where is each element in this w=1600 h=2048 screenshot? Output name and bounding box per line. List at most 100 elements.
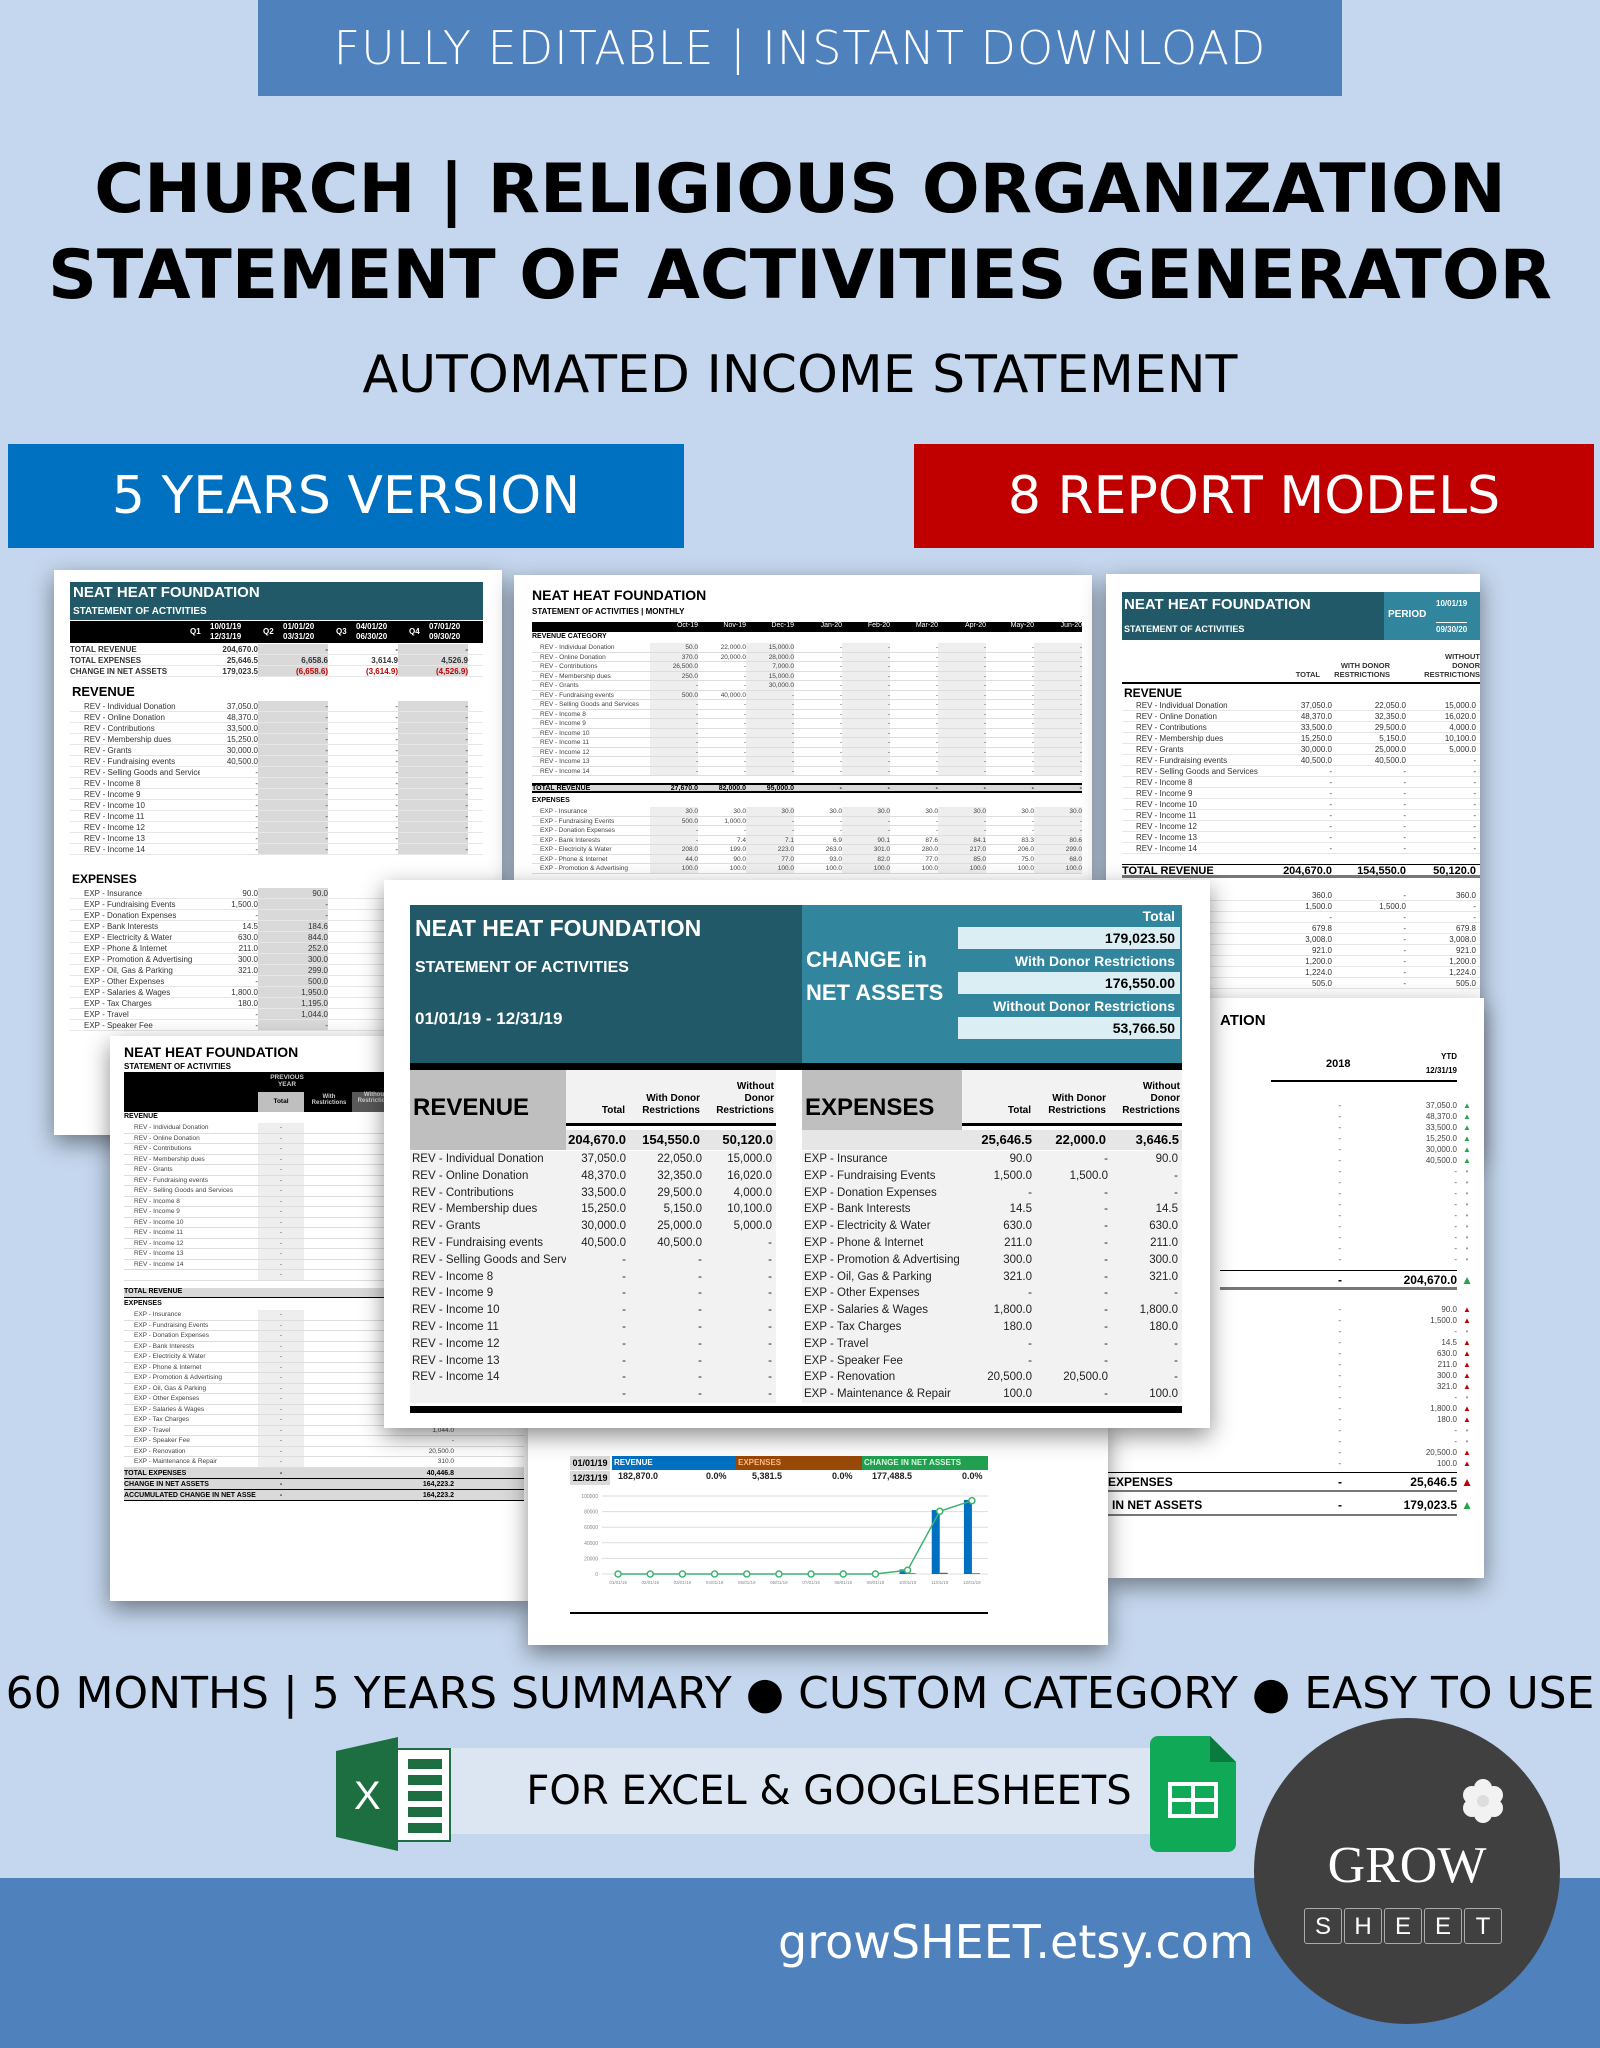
row-value: 30.0	[829, 808, 842, 815]
row-value: -	[839, 758, 842, 765]
total-revenue-label: TOTAL REVENUE	[124, 1288, 183, 1295]
statement-title: STATEMENT OF ACTIVITIES	[1124, 624, 1245, 634]
row-value: -	[255, 1010, 258, 1019]
quarter-from: 01/01/20	[283, 622, 315, 631]
row-value: 37,050.0	[226, 702, 258, 711]
row-without: -	[768, 1304, 772, 1317]
row-with: -	[1104, 1220, 1108, 1233]
row-value: -	[258, 1228, 304, 1238]
row-value: -	[743, 672, 746, 680]
prev-value: -	[1338, 1134, 1341, 1143]
row-total: 14.5	[1009, 1203, 1032, 1216]
row-with: 5,150.0	[1379, 734, 1406, 743]
x-tick-label: 11/01/19	[931, 1580, 949, 1585]
line-point	[968, 1496, 976, 1505]
row-value: -	[395, 812, 398, 821]
statement-title: STATEMENT OF ACTIVITIES	[124, 1062, 231, 1071]
line-point	[936, 1507, 944, 1516]
website-link[interactable]: growSHEET.etsy.com	[778, 1915, 1254, 1969]
row-value: -	[258, 899, 328, 909]
row-without: 211.0	[1150, 1236, 1178, 1249]
row-with: -	[1403, 811, 1406, 820]
row-value: -	[650, 757, 698, 766]
row-value: -	[743, 701, 746, 708]
row-label: TOTAL REVENUE	[532, 785, 591, 792]
row-value: -	[258, 1404, 304, 1414]
row-label: ACCUMULATED CHANGE IN NET ASSE	[124, 1492, 256, 1499]
table-row: REV - Grants 30,000.0- - -	[70, 745, 483, 756]
row-total: 204,670.0	[1283, 865, 1332, 877]
row-value: 250.0	[650, 671, 698, 680]
prev-value: -	[1338, 1101, 1341, 1110]
table-row: REV - Income 13 - - -	[410, 1353, 776, 1370]
row-label: REV - Income 9	[540, 720, 586, 727]
logo-letter: E	[1384, 1908, 1422, 1944]
row-label: TOTAL REVENUE	[1122, 865, 1214, 877]
row-label: REV - Contributions	[540, 663, 598, 670]
row-total: -	[622, 1371, 626, 1384]
row-label: EXP - Maintenance & Repair	[134, 1458, 217, 1465]
ytd-value: 300.0	[1436, 1371, 1457, 1380]
row-value: -	[839, 672, 842, 680]
row-total: 33,500.0	[1300, 723, 1332, 732]
row-label: EXP - Promotion & Advertising	[134, 1374, 223, 1381]
row-value: 93.0	[829, 855, 842, 863]
revenue-heading: REVENUE	[410, 1070, 566, 1130]
row-label: REV - Income 13	[1136, 833, 1197, 842]
row-value: 300.0	[237, 955, 258, 964]
table-row: REV - Online Donation 370.0 20,000.0 28,000…	[532, 652, 1082, 662]
row-value: 26,500.0	[650, 662, 698, 671]
ytd-value: 630.0	[1436, 1349, 1457, 1358]
revenue-total-with: 154,550.0	[642, 1132, 700, 1147]
change-net-assets-label: CHANGE in NET ASSETS	[806, 947, 944, 1005]
month-label: May-20	[1010, 622, 1034, 629]
chart-summary-values: 182,870.0 0.0% 5,381.5 0.0% 177,488.5 0.…	[612, 1471, 988, 1485]
row-value: -	[258, 756, 328, 766]
row-value: -	[258, 910, 328, 920]
table-row: REV - Income 14- - - -	[70, 844, 483, 855]
row-value: -	[935, 785, 938, 792]
row-with: -	[1403, 946, 1406, 955]
row-total: 40,500.0	[581, 1236, 626, 1249]
row-value: -	[395, 724, 398, 733]
row-value: 30.0	[746, 807, 794, 816]
row-with: 29,500.0	[1374, 723, 1406, 732]
table-row: EXP - Insurance 30.0 30.0 30.0 30.0 30.0 30.0 3…	[532, 807, 1082, 817]
row-value: -	[842, 747, 890, 756]
ytd-value: 1,500.0	[1430, 1316, 1457, 1325]
expenses-heading: EXPENSES	[124, 1300, 162, 1307]
up-arrow-icon: ▲	[1461, 1273, 1473, 1287]
legend-change-net-assets: CHANGE IN NET ASSETS	[862, 1456, 988, 1470]
row-value: -	[255, 845, 258, 854]
line-point	[614, 1570, 622, 1578]
row-value: -	[258, 1341, 304, 1351]
table-row: - 40,500.0 ▲	[1271, 1155, 1481, 1166]
row-value: -	[258, 712, 328, 722]
row-with: 22,050.0	[1374, 701, 1406, 710]
row-value: -	[1034, 662, 1082, 671]
row-value: -	[1034, 652, 1082, 661]
row-value: -	[839, 817, 842, 825]
prev-value: -	[1338, 1112, 1341, 1121]
quarter-from: 04/01/20	[356, 622, 388, 631]
row-value: 184.6	[258, 921, 328, 931]
row-with: -	[1104, 1203, 1108, 1216]
row-total: -	[622, 1320, 626, 1333]
row-value: -	[395, 834, 398, 843]
expenses-heading: EXPENSES	[532, 797, 570, 804]
bar-expenses	[939, 1572, 948, 1574]
row-value: -	[938, 826, 986, 835]
table-row: - 300.0 ▲	[1271, 1370, 1481, 1381]
row-value: -	[650, 738, 698, 747]
x-tick-label: 04/01/19	[706, 1580, 724, 1585]
row-label: REV - Income 11	[1136, 811, 1197, 820]
row-total: 15,250.0	[1300, 734, 1332, 743]
table-row: REV - Fundraising events 40,500.0 40,500.0…	[410, 1235, 776, 1252]
row-value: -	[746, 709, 794, 718]
row-with: -	[1403, 924, 1406, 933]
table-row: REV - Income 8----	[70, 778, 483, 789]
y-tick-label: 80000	[584, 1510, 598, 1516]
ytd-value: 20,500.0	[1425, 1448, 1457, 1457]
row-value: -	[743, 720, 746, 727]
row-label: REV - Individual Donation	[412, 1153, 544, 1165]
